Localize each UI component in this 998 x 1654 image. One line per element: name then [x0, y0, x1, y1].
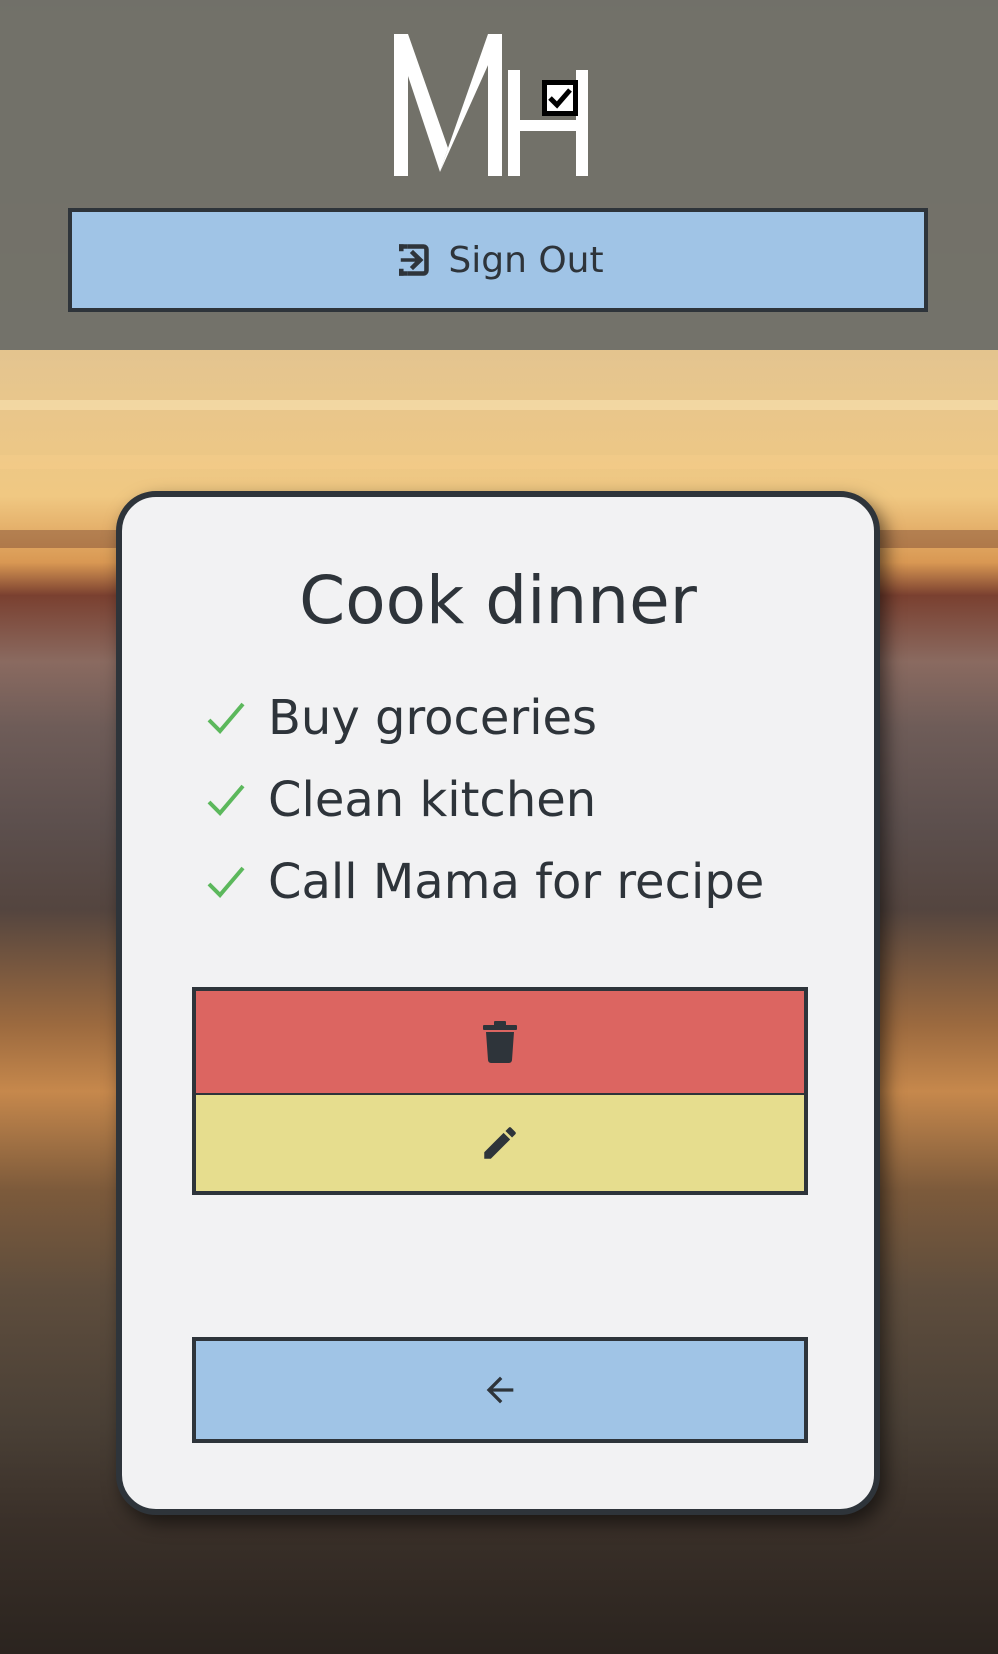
check-icon: [207, 702, 245, 734]
page: Sign Out Cook dinner Buy groceries Clean…: [0, 0, 998, 1654]
sign-out-button[interactable]: Sign Out: [68, 208, 928, 312]
back-button[interactable]: [192, 1337, 808, 1443]
sign-out-icon: [399, 244, 430, 276]
background-cloud: [0, 400, 998, 410]
task-card: Cook dinner Buy groceries Clean kitchen …: [116, 491, 880, 1515]
pencil-icon: [484, 1127, 516, 1159]
check-icon: [207, 784, 245, 816]
arrow-left-icon: [486, 1376, 514, 1404]
check-icon: [207, 866, 245, 898]
subtask-item[interactable]: Clean kitchen: [206, 759, 764, 841]
subtask-label: Clean kitchen: [268, 772, 597, 828]
subtask-item[interactable]: Buy groceries: [206, 677, 764, 759]
sign-out-label: Sign Out: [448, 239, 604, 281]
delete-button[interactable]: [192, 987, 808, 1095]
subtask-item[interactable]: Call Mama for recipe: [206, 841, 764, 923]
subtask-label: Buy groceries: [268, 690, 598, 746]
edit-button[interactable]: [192, 1093, 808, 1195]
background-cloud: [0, 455, 998, 469]
task-title: Cook dinner: [299, 562, 697, 639]
trash-icon: [483, 1021, 517, 1063]
subtask-list: Buy groceries Clean kitchen Call Mama fo…: [206, 677, 764, 923]
app-header: Sign Out: [0, 0, 998, 350]
app-logo: [394, 34, 588, 176]
subtask-label: Call Mama for recipe: [268, 854, 765, 910]
